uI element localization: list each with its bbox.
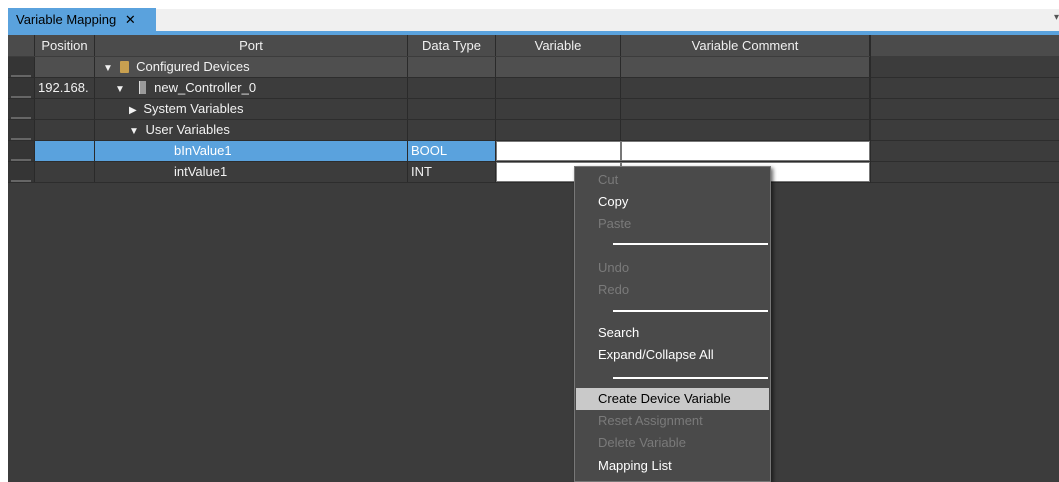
menu-separator [613,377,768,379]
row-selector[interactable] [8,57,35,77]
menu-separator [613,310,768,312]
table-row[interactable]: 192.168. ▼ new_Controller_0 [8,78,1059,99]
variable-cell [496,120,621,140]
mapping-grid: Position Port Data Type Variable Variabl… [8,35,1059,482]
table-row[interactable]: ▼ Configured Devices [8,57,1059,78]
port-label: new_Controller_0 [154,80,257,95]
table-row[interactable]: ▶ System Variables [8,99,1059,120]
comment-cell [621,57,870,77]
row-selector[interactable] [8,99,35,119]
tab-bar: Variable Mapping ✕ ▾ [0,0,1059,32]
position-cell [35,162,95,182]
table-row-selected[interactable]: bInValue1 BOOL [8,141,1059,162]
row-selector[interactable] [8,78,35,98]
table-row[interactable]: intValue1 INT [8,162,1059,183]
header-position[interactable]: Position [35,35,95,56]
header-data-type[interactable]: Data Type [408,35,496,56]
comment-cell [621,78,870,98]
data-type-cell: BOOL [408,141,496,161]
row-selector[interactable] [8,162,35,182]
variable-cell [496,99,621,119]
menu-item-paste: Paste [598,216,632,231]
port-label: Configured Devices [136,59,250,74]
header-port[interactable]: Port [95,35,408,56]
expand-icon[interactable]: ▼ [129,126,139,137]
table-row[interactable]: ▼ User Variables [8,120,1059,141]
position-cell: 192.168. [35,78,95,98]
expand-icon[interactable]: ▼ [103,63,113,74]
port-cell[interactable]: ▼ Configured Devices [95,57,408,77]
expand-icon[interactable]: ▼ [115,84,125,95]
data-type-cell [408,120,496,140]
header-row-selector [8,35,35,56]
collapse-icon[interactable]: ▶ [129,105,137,116]
menu-item-search[interactable]: Search [576,322,769,344]
header-variable[interactable]: Variable [496,35,621,56]
row-selector[interactable] [8,141,35,161]
port-cell[interactable]: bInValue1 [95,141,408,161]
port-cell[interactable]: ▼ new_Controller_0 [95,78,408,98]
variable-mapping-window: Variable Mapping ✕ ▾ Position Port Data … [0,0,1059,482]
header-variable-comment[interactable]: Variable Comment [621,35,870,56]
variable-input[interactable] [496,141,621,161]
context-menu: Cut Copy Paste Undo Redo Search Expand/C… [574,166,771,482]
row-selector[interactable] [8,120,35,140]
position-cell [35,99,95,119]
port-cell[interactable]: intValue1 [95,162,408,182]
column-divider [870,35,871,183]
menu-item-create-device-variable[interactable]: Create Device Variable [576,388,769,410]
data-type-cell: INT [408,162,496,182]
menu-item-redo: Redo [598,282,630,297]
comment-cell [621,99,870,119]
data-type-cell [408,57,496,77]
comment-input[interactable] [621,141,870,161]
position-cell [35,57,95,77]
controller-icon [138,81,146,94]
menu-item-copy[interactable]: Copy [576,191,769,213]
grid-header: Position Port Data Type Variable Variabl… [8,35,1059,56]
menu-item-cut: Cut [598,172,619,187]
variable-cell [496,57,621,77]
tab-strip [156,9,1059,32]
data-type-cell [408,99,496,119]
device-icon [119,61,129,73]
variable-cell [496,78,621,98]
menu-item-undo: Undo [598,260,630,275]
menu-item-reset-assignment: Reset Assignment [598,413,703,428]
position-cell [35,141,95,161]
menu-item-delete-variable: Delete Variable [598,435,686,450]
tab-variable-mapping[interactable]: Variable Mapping ✕ [8,8,156,32]
comment-cell [621,120,870,140]
data-type-cell [408,78,496,98]
tab-overflow-icon[interactable]: ▾ [1054,12,1059,23]
position-cell [35,120,95,140]
menu-item-mapping-list[interactable]: Mapping List [576,455,769,477]
port-cell[interactable]: ▶ System Variables [95,99,408,119]
port-label: User Variables [145,122,230,137]
menu-item-expand-collapse-all[interactable]: Expand/Collapse All [576,344,769,366]
port-label: System Variables [143,101,244,116]
port-cell[interactable]: ▼ User Variables [95,120,408,140]
menu-separator [613,243,768,245]
tab-title: Variable Mapping [16,12,117,27]
close-icon[interactable]: ✕ [125,12,136,27]
